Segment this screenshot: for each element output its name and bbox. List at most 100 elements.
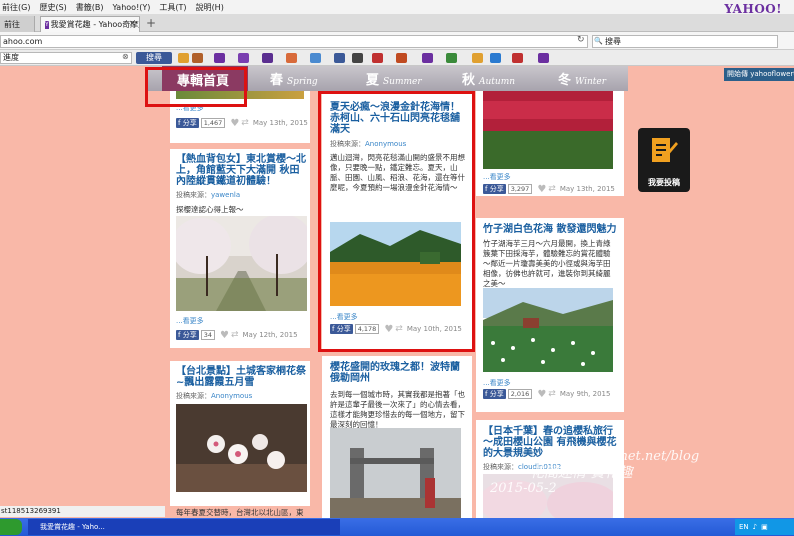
start-button[interactable] [0, 519, 22, 535]
share-row: f 分享 1,467 ♥ ⇄ May 13th, 2015 [176, 118, 308, 129]
home-icon[interactable] [214, 53, 225, 63]
toolbar-search-input[interactable]: 進度 [0, 52, 132, 64]
article-source: 投稿來源：Anonymous [176, 392, 253, 400]
share-count: 34 [200, 330, 215, 340]
author-link[interactable]: Anonymous [211, 392, 252, 400]
article-summary: 探櫻達認心得上報～ [176, 205, 244, 214]
facebook-share-button[interactable]: f 分享 [176, 330, 199, 340]
nav-winter[interactable]: 冬 Winter [558, 69, 606, 89]
menu-tools[interactable]: 工具(T) [159, 2, 186, 13]
tab-active[interactable]: Y 我愛賞花趣 - Yahoo奇摩旅遊 × [40, 16, 140, 32]
browser-search-input[interactable]: 搜尋 [592, 35, 778, 48]
tab-previous[interactable]: 前往 [0, 16, 35, 32]
heart-icon[interactable]: ♥ [537, 184, 546, 195]
article-image[interactable] [483, 91, 613, 169]
snapdragon-photo [483, 91, 613, 169]
menu-bar: 前往(G) 歷史(S) 書籤(B) Yahoo!(Y) 工具(T) 說明(H) [0, 0, 794, 14]
menu-help[interactable]: 說明(H) [196, 2, 224, 13]
weather-icon[interactable] [490, 53, 501, 63]
video-icon[interactable] [372, 53, 383, 63]
heart-icon[interactable]: ♥ [220, 330, 229, 341]
tung-blossom-photo [176, 404, 307, 492]
article-image[interactable] [330, 428, 461, 518]
status-bar: st118513269391 [0, 506, 165, 517]
address-input[interactable]: ahoo.com [0, 35, 588, 48]
submit-article-label: 我要投稿 [648, 178, 680, 187]
avatar-icon[interactable] [192, 53, 203, 63]
speaker-icon[interactable]: ♪ [753, 523, 757, 531]
news-icon[interactable] [286, 53, 297, 63]
post-date: May 9th, 2015 [559, 390, 611, 398]
facebook-share-button[interactable]: f 分享 [176, 118, 199, 128]
reload-icon[interactable]: ↻ [577, 35, 585, 45]
menu-yahoo[interactable]: Yahoo!(Y) [113, 3, 151, 12]
nav-label: 春 [270, 73, 284, 88]
repost-icon[interactable]: ⇄ [241, 118, 249, 128]
toolbar-search-button[interactable]: 搜尋 [136, 52, 172, 64]
yahoo-icon[interactable] [238, 53, 249, 63]
facebook-share-button[interactable]: f 分享 [483, 389, 506, 399]
shop-icon[interactable] [446, 53, 457, 63]
author-link[interactable]: yawenla [211, 191, 240, 199]
share-row: f 分享 3,297 ♥ ⇄ May 13th, 2015 [483, 184, 615, 195]
star-icon[interactable] [178, 53, 189, 63]
menu-go[interactable]: 前往(G) [2, 2, 30, 13]
nav-label: 冬 [558, 73, 572, 88]
taskbar-window-button[interactable]: 我愛賞花趣 - Yaho... [28, 519, 340, 535]
nav-spring[interactable]: 春 Spring [270, 69, 318, 89]
blog-watermark: ixnet.net/blog 花間迷情 賞花趣 2015-05-2 [490, 449, 750, 509]
article-title[interactable]: 竹子湖白色花海 散發還閃魅力 [483, 224, 618, 235]
article-image[interactable] [176, 404, 307, 492]
new-tab-button[interactable]: + [146, 16, 156, 30]
notification-icon[interactable] [512, 53, 523, 63]
cherry-blossom-road-photo [176, 216, 307, 311]
post-date: May 13th, 2015 [559, 185, 615, 193]
article-title[interactable]: 櫻花盛開的玫瑰之都！波特蘭俄勒岡州 [330, 362, 465, 384]
highlight-featured-card [318, 91, 475, 352]
edit-pen-icon [652, 138, 678, 162]
taskbar-window-label: 我愛賞花趣 - Yaho... [40, 523, 105, 531]
nav-label-en: Summer [383, 77, 422, 87]
grid-icon[interactable] [352, 53, 363, 63]
article-image[interactable] [483, 288, 613, 372]
post-date: May 12th, 2015 [242, 331, 298, 339]
add-icon[interactable] [538, 53, 549, 63]
mail-icon[interactable] [262, 53, 273, 63]
nav-label: 夏 [366, 73, 380, 88]
repost-icon[interactable]: ⇄ [548, 389, 556, 399]
read-more-link[interactable]: ...看更多 [176, 316, 204, 326]
heart-icon[interactable]: ♥ [230, 118, 239, 129]
nav-label: 秋 [462, 73, 476, 88]
nav-label-en: Winter [575, 77, 607, 87]
clear-icon[interactable]: ⊗ [122, 52, 129, 61]
menu-history[interactable]: 歷史(S) [39, 2, 66, 13]
read-more-link[interactable]: ...看更多 [483, 172, 511, 182]
language-indicator[interactable]: EN [739, 523, 749, 531]
share-count: 2,016 [507, 389, 533, 399]
facebook-share-button[interactable]: f 分享 [483, 184, 506, 194]
system-tray: EN ♪ ▣ [735, 519, 794, 535]
tab-label: 前往 [4, 19, 20, 29]
share-count: 1,467 [200, 118, 226, 128]
repost-icon[interactable]: ⇄ [231, 330, 239, 340]
chart-icon[interactable] [310, 53, 321, 63]
facebook-icon[interactable] [334, 53, 345, 63]
repost-icon[interactable]: ⇄ [548, 184, 556, 194]
article-summary: 每年春夏交替時，台灣北以北山區，東部區 [176, 508, 304, 517]
bookmark-icon[interactable] [472, 53, 483, 63]
share-panel-label[interactable]: 開始傳 yahooflowertrip [724, 68, 794, 81]
article-image[interactable] [176, 216, 307, 311]
read-more-link[interactable]: ...看更多 [483, 378, 511, 388]
article-title[interactable]: 【熱血背包女】東北賞櫻～北上，角館藍天下大滿開 秋田內陸縱貫鐵道初體驗！ [176, 154, 306, 187]
network-icon[interactable]: ▣ [761, 523, 768, 531]
nav-label-en: Spring [287, 77, 318, 87]
movie-icon[interactable] [422, 53, 433, 63]
share-row: f 分享 2,016 ♥ ⇄ May 9th, 2015 [483, 389, 611, 400]
nav-summer[interactable]: 夏 Summer [366, 69, 422, 89]
close-tab-icon[interactable]: × [128, 19, 136, 29]
article-title[interactable]: 【台北景點】土城客家桐花祭~飄出露霞五月雪 [176, 366, 306, 388]
nav-autumn[interactable]: 秋 Autumn [462, 69, 515, 89]
menu-bookmarks[interactable]: 書籤(B) [76, 2, 104, 13]
heart-icon[interactable]: ♥ [537, 389, 546, 400]
game-icon[interactable] [396, 53, 407, 63]
